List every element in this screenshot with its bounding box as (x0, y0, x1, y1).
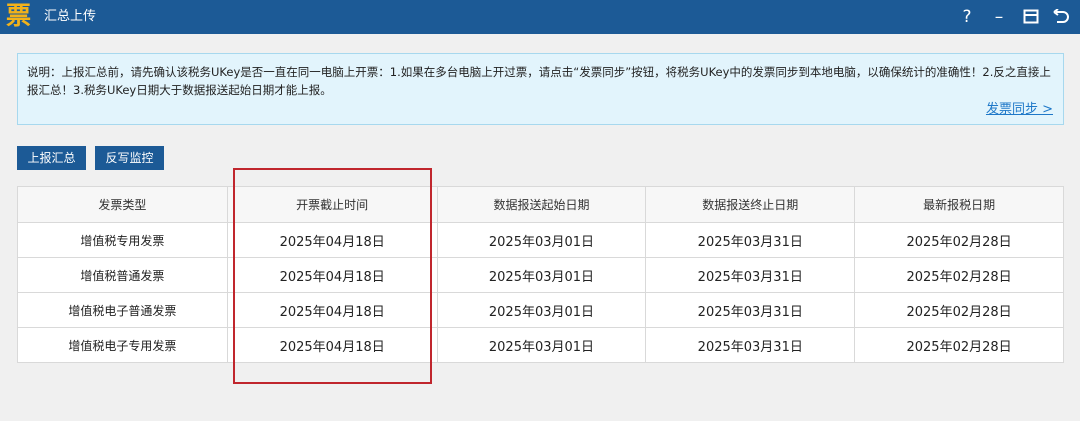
table-cell: 2025年03月01日 (436, 222, 647, 258)
writeback-monitor-button[interactable]: 反写监控 (95, 146, 164, 170)
table-cell: 2025年03月31日 (645, 327, 856, 363)
table-row[interactable]: 增值税普通发票 2025年04月18日 2025年03月01日 2025年03月… (17, 257, 1064, 293)
table-cell: 2025年02月28日 (854, 222, 1064, 258)
maximize-icon[interactable] (1019, 5, 1043, 29)
table-cell: 2025年03月31日 (645, 292, 856, 328)
table-row[interactable]: 增值税电子普通发票 2025年04月18日 2025年03月01日 2025年0… (17, 292, 1064, 328)
title-bar: 票 汇总上传 ? – (0, 0, 1080, 34)
table-cell: 2025年03月01日 (436, 327, 647, 363)
table-cell: 2025年04月18日 (226, 292, 438, 328)
table-cell: 增值税电子专用发票 (17, 327, 228, 363)
column-header-latest-tax-date: 最新报税日期 (854, 186, 1064, 223)
table-cell: 增值税电子普通发票 (17, 292, 228, 328)
invoice-sync-link[interactable]: 发票同步 > (986, 98, 1053, 117)
report-summary-button[interactable]: 上报汇总 (17, 146, 86, 170)
help-icon[interactable]: ? (955, 5, 979, 29)
column-header-start-date: 数据报送起始日期 (436, 186, 647, 223)
back-icon[interactable] (1049, 5, 1073, 29)
table-cell: 增值税专用发票 (17, 222, 228, 258)
notice-box: 说明：上报汇总前，请先确认该税务UKey是否一直在同一电脑上开票：1.如果在多台… (17, 53, 1064, 125)
table-cell: 2025年03月31日 (645, 222, 856, 258)
column-header-invoice-type: 发票类型 (17, 186, 228, 223)
table-cell: 2025年04月18日 (226, 257, 438, 293)
table-header-row: 发票类型 开票截止时间 数据报送起始日期 数据报送终止日期 最新报税日期 (17, 186, 1064, 223)
table-cell: 2025年04月18日 (226, 222, 438, 258)
table-cell: 2025年02月28日 (854, 327, 1064, 363)
table-cell: 2025年02月28日 (854, 257, 1064, 293)
table-cell: 2025年03月31日 (645, 257, 856, 293)
column-header-cutoff-time: 开票截止时间 (226, 186, 438, 223)
window-title: 汇总上传 (44, 9, 97, 24)
table-cell: 2025年04月18日 (226, 327, 438, 363)
table-cell: 2025年03月01日 (436, 292, 647, 328)
table-cell: 增值税普通发票 (17, 257, 228, 293)
summary-table: 发票类型 开票截止时间 数据报送起始日期 数据报送终止日期 最新报税日期 增值税… (17, 186, 1064, 363)
table-cell: 2025年02月28日 (854, 292, 1064, 328)
app-logo-icon: 票 (5, 1, 32, 31)
table-row[interactable]: 增值税专用发票 2025年04月18日 2025年03月01日 2025年03月… (17, 222, 1064, 258)
column-header-end-date: 数据报送终止日期 (645, 186, 856, 223)
table-cell: 2025年03月01日 (436, 257, 647, 293)
notice-text: 说明：上报汇总前，请先确认该税务UKey是否一直在同一电脑上开票：1.如果在多台… (27, 65, 1051, 97)
minimize-icon[interactable]: – (987, 5, 1011, 29)
table-row[interactable]: 增值税电子专用发票 2025年04月18日 2025年03月01日 2025年0… (17, 327, 1064, 363)
